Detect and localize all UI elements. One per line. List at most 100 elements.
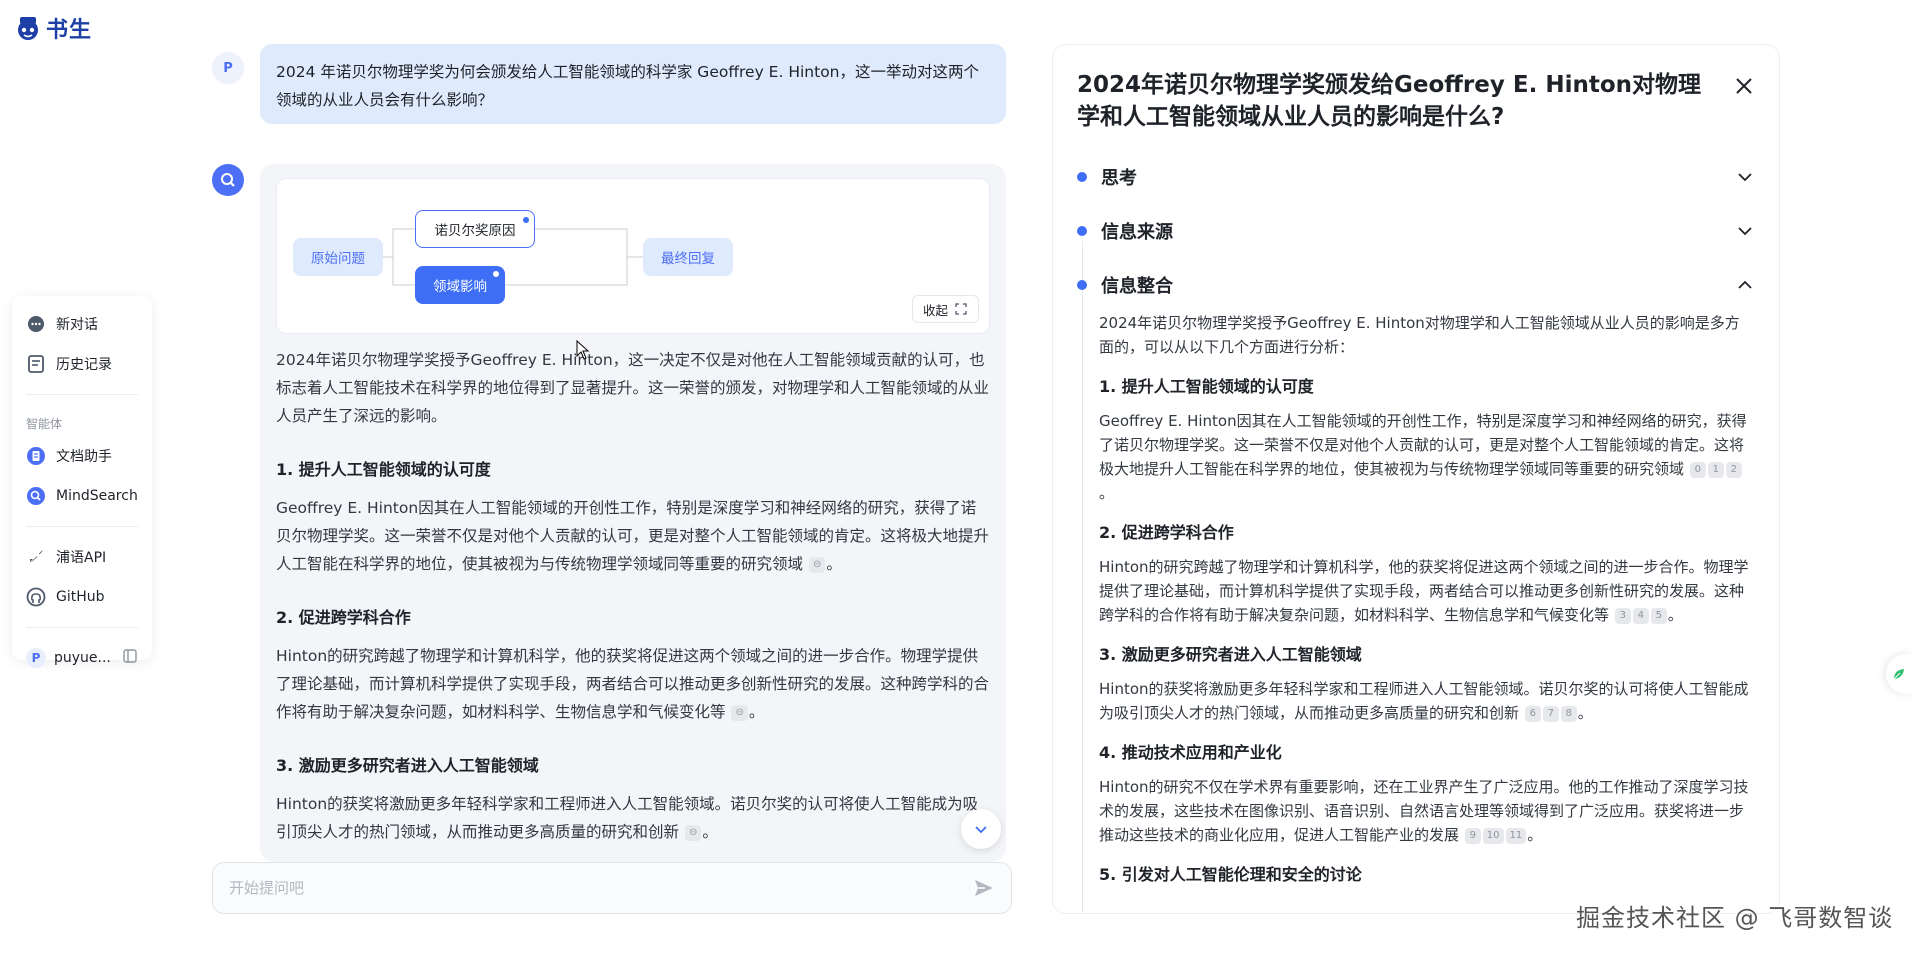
panel-heading: 1. 提升人工智能领域的认可度 <box>1099 377 1314 396</box>
watermark: 掘金技术社区 @ 飞哥数智谈 <box>1576 904 1894 932</box>
step-thinking[interactable]: 思考 <box>1077 157 1755 197</box>
step-dot <box>1077 226 1087 236</box>
sidebar-item-label: 浦语API <box>56 550 107 566</box>
mindsearch-icon <box>26 486 46 506</box>
expand-icon <box>955 303 967 315</box>
answer-card: 原始问题 诺贝尔奖原因 领域影响 最终回复 收起 2024年诺贝尔物理学奖授予G… <box>260 164 1006 862</box>
panel-heading: 2. 促进跨学科合作 <box>1099 523 1234 542</box>
scroll-down-button[interactable] <box>961 809 1001 849</box>
sidebar-section-agents: 智能体 <box>26 417 63 431</box>
mindmap-root-node[interactable]: 原始问题 <box>293 238 383 276</box>
github-icon <box>26 587 46 607</box>
mouse-cursor-icon <box>576 340 590 360</box>
sidebar-item-history[interactable]: 历史记录 <box>12 344 152 384</box>
step-sources[interactable]: 信息来源 <box>1077 211 1755 251</box>
chevron-up-icon <box>1738 280 1752 289</box>
collapse-label: 收起 <box>922 302 948 318</box>
citation-badge[interactable]: 2 <box>1725 461 1742 478</box>
answer-paragraph: Hinton的获奖将激励更多年轻科学家和工程师进入人工智能领域。诺贝尔奖的认可将… <box>276 795 979 841</box>
chat-input[interactable] <box>229 879 973 897</box>
citation-badge[interactable]: 3 <box>1614 607 1631 624</box>
link-citation-icon[interactable]: ⊝ <box>684 824 702 841</box>
mindmap-final-node[interactable]: 最终回复 <box>643 238 733 276</box>
user-name: puyue... <box>54 650 111 666</box>
answer-heading: 1. 提升人工智能领域的认可度 <box>276 460 491 479</box>
sidebar-item-label: GitHub <box>56 589 105 605</box>
answer-heading: 3. 激励更多研究者进入人工智能领域 <box>276 756 539 775</box>
citation-badge[interactable]: 11 <box>1505 827 1527 844</box>
logo-text: 书生 <box>46 18 93 43</box>
divider <box>26 394 138 395</box>
detail-panel: 2024年诺贝尔物理学奖颁发给Geoffrey E. Hinton对物理学和人工… <box>1052 44 1780 914</box>
step-dot <box>1077 172 1087 182</box>
logo-mark-icon <box>18 17 38 40</box>
mindmap-node-dot <box>523 217 529 223</box>
sidebar-item-github[interactable]: GitHub <box>12 577 152 617</box>
citation-badge[interactable]: 8 <box>1560 705 1577 722</box>
step-label: 思考 <box>1101 168 1137 189</box>
user-message: 2024 年诺贝尔物理学奖为何会颁发给人工智能领域的科学家 Geoffrey E… <box>260 44 1006 124</box>
divider <box>26 627 138 628</box>
panel-heading: 3. 激励更多研究者进入人工智能领域 <box>1099 645 1362 664</box>
close-icon[interactable] <box>1731 73 1757 99</box>
user-avatar: P <box>212 52 244 84</box>
citation-badge[interactable]: 10 <box>1482 827 1504 844</box>
mindsearch-icon <box>221 173 235 187</box>
answer-heading: 2. 促进跨学科合作 <box>276 608 411 627</box>
sidebar-item-label: 新对话 <box>56 317 98 333</box>
panel-title: 2024年诺贝尔物理学奖颁发给Geoffrey E. Hinton对物理学和人工… <box>1077 72 1701 130</box>
history-icon <box>26 354 46 374</box>
divider <box>26 526 138 527</box>
sidebar-item-label: MindSearch <box>56 488 138 504</box>
leaf-icon <box>1893 669 1904 680</box>
logo[interactable]: 书生 <box>14 12 92 44</box>
link-citation-icon[interactable]: ⊝ <box>808 556 826 573</box>
floating-tab[interactable] <box>1886 654 1912 694</box>
step-label: 信息来源 <box>1101 222 1173 243</box>
sidebar-item-label: 历史记录 <box>56 357 112 373</box>
sidebar-toggle-icon[interactable] <box>122 648 138 668</box>
answer-text: Geoffrey E. Hinton因其在人工智能领域的开创性工作，特别是深度学… <box>276 499 990 573</box>
panel-paragraph: Geoffrey E. Hinton因其在人工智能领域的开创性工作，特别是深度学… <box>1099 412 1747 502</box>
sidebar-item-new-chat[interactable]: 新对话 <box>12 304 152 344</box>
chat-input-box <box>212 862 1012 914</box>
chevron-down-icon <box>975 826 987 834</box>
panel-text: Hinton的获奖将激励更多年轻科学家和工程师进入人工智能领域。诺贝尔奖的认可将… <box>1099 680 1749 722</box>
panel-paragraph: Hinton的研究跨越了物理学和计算机科学，他的获奖将促进这两个领域之间的进一步… <box>1099 558 1749 624</box>
link-citation-icon[interactable]: ⊝ <box>731 704 748 721</box>
mindmap-node-reason[interactable]: 诺贝尔奖原因 <box>415 210 535 248</box>
avatar: P <box>26 648 46 668</box>
mindmap: 原始问题 诺贝尔奖原因 领域影响 最终回复 收起 <box>276 178 990 334</box>
mindmap-connectors <box>383 228 643 286</box>
chat-bubble-icon <box>26 314 46 334</box>
answer-intro: 2024年诺贝尔物理学奖授予Geoffrey E. Hinton，这一决定不仅是… <box>276 351 990 425</box>
sidebar-item-label: 文档助手 <box>56 449 112 465</box>
rocket-icon <box>26 547 46 567</box>
sidebar-item-mindsearch[interactable]: MindSearch <box>12 476 152 516</box>
mindmap-node-dot <box>493 271 499 277</box>
user-profile[interactable]: P puyue... <box>12 638 152 678</box>
citation-badge[interactable]: 4 <box>1632 607 1649 624</box>
sidebar-item-api[interactable]: 浦语API <box>12 537 152 577</box>
citation-badge[interactable]: 6 <box>1524 705 1541 722</box>
sidebar-item-doc-assistant[interactable]: 文档助手 <box>12 436 152 476</box>
answer-text: Hinton的获奖将激励更多年轻科学家和工程师进入人工智能领域。诺贝尔奖的认可将… <box>276 795 979 841</box>
bot-avatar <box>212 164 244 196</box>
step-label: 信息整合 <box>1101 276 1173 297</box>
send-icon[interactable] <box>973 877 995 899</box>
citation-badge[interactable]: 0 <box>1689 461 1706 478</box>
citation-badge[interactable]: 1 <box>1707 461 1724 478</box>
citation-badge[interactable]: 7 <box>1542 705 1559 722</box>
chevron-down-icon <box>1738 227 1752 236</box>
citation-badge[interactable]: 9 <box>1464 827 1481 844</box>
panel-intro: 2024年诺贝尔物理学奖授予Geoffrey E. Hinton对物理学和人工智… <box>1099 314 1740 356</box>
panel-heading: 5. 引发对人工智能伦理和安全的讨论 <box>1099 865 1362 884</box>
answer-body: 2024年诺贝尔物理学奖授予Geoffrey E. Hinton，这一决定不仅是… <box>276 346 990 862</box>
step-integration[interactable]: 信息整合 <box>1077 265 1755 305</box>
collapse-button[interactable]: 收起 <box>911 295 979 323</box>
mindmap-node-impact[interactable]: 领域影响 <box>415 266 505 304</box>
answer-paragraph: Geoffrey E. Hinton因其在人工智能领域的开创性工作，特别是深度学… <box>276 499 990 573</box>
citation-badge[interactable]: 5 <box>1650 607 1667 624</box>
panel-paragraph: Hinton的研究不仅在学术界有重要影响，还在工业界产生了广泛应用。他的工作推动… <box>1099 778 1749 844</box>
answer-text: Hinton的研究跨越了物理学和计算机科学，他的获奖将促进这两个领域之间的进一步… <box>276 647 990 721</box>
